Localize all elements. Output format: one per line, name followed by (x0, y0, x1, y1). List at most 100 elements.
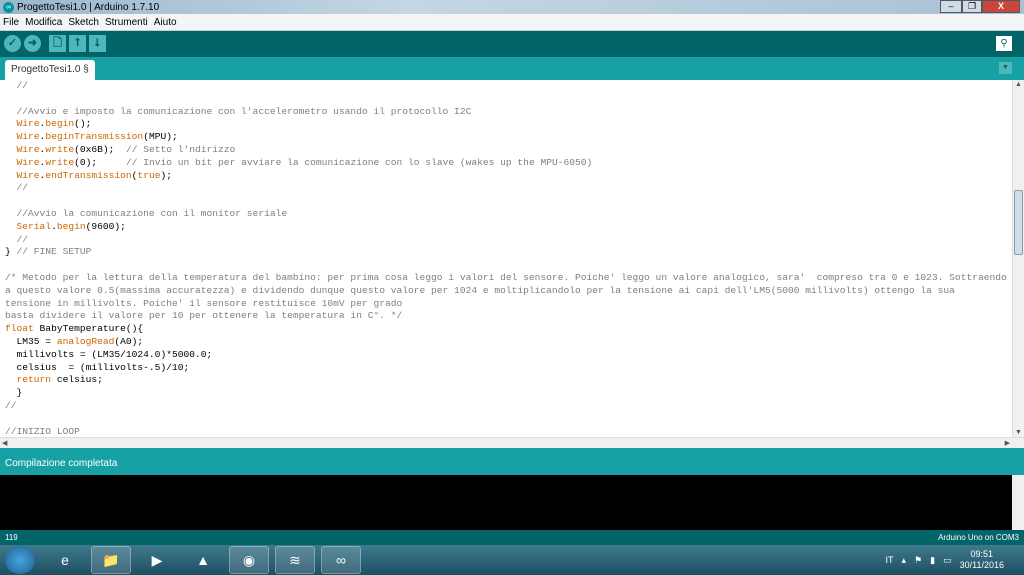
code-line: Wire.beginTransmission(MPU); (5, 131, 1012, 144)
code-line: //INIZIO LOOP (5, 426, 1012, 437)
verify-button[interactable]: ✓ (4, 35, 21, 52)
code-token: Wire (16, 131, 40, 143)
console-output[interactable] (0, 475, 1024, 530)
language-indicator[interactable]: IT (886, 555, 894, 565)
clock-date: 30/11/2016 (959, 560, 1004, 570)
taskbar: e 📁 ▶ ▲ ◉ ≋ ∞ IT ▴ ⚑ ▮ ▭ 09:51 30/11/201… (0, 545, 1024, 575)
spotify-icon[interactable]: ≋ (275, 546, 315, 574)
code-token: Wire (16, 156, 40, 168)
code-token: LM35 = (5, 335, 57, 347)
code-token: //INIZIO LOOP (5, 425, 80, 437)
code-token: millivolts = (LM35/1024.0)*5000.0; (5, 348, 213, 360)
code-line: LM35 = analogRead(A0); (5, 336, 1012, 349)
window-title: ProgettoTesi1.0 | Arduino 1.7.10 (17, 1, 160, 13)
scroll-thumb[interactable] (1014, 190, 1023, 255)
code-line: // (5, 80, 1012, 93)
code-line: //Avvio e imposto la comunicazione con l… (5, 106, 1012, 119)
code-token: // (5, 233, 29, 245)
code-token: // Invio un bit per avviare la comunicaz… (125, 156, 593, 168)
horizontal-scrollbar[interactable]: ◀ ▶ (0, 437, 1024, 448)
code-token: Serial (16, 220, 52, 232)
code-token: // (5, 182, 29, 194)
code-token: celsius; (51, 374, 103, 386)
tab-menu-chevron-down-icon[interactable]: ▼ (999, 62, 1012, 74)
code-token: basta dividere il valore per 10 per otte… (5, 310, 403, 322)
menu-aiuto[interactable]: Aiuto (151, 17, 180, 28)
code-token: return (16, 374, 52, 386)
code-token: celsius = (millivolts-.5)/10; (5, 361, 190, 373)
title-bar: ∞ ProgettoTesi1.0 | Arduino 1.7.10 – ❐ X (0, 0, 1024, 14)
bottom-status-bar: 119 Arduino Uno on COM3 (0, 530, 1024, 545)
tab-progettotesi[interactable]: ProgettoTesi1.0 § (5, 60, 95, 80)
save-button[interactable]: ⭣ (89, 35, 106, 52)
code-token: } (5, 387, 23, 399)
network-icon[interactable]: ▭ (943, 555, 952, 566)
code-editor[interactable]: // //Avvio e imposto la comunicazione co… (0, 80, 1012, 437)
code-line: // (5, 234, 1012, 247)
media-player-icon[interactable]: ▶ (137, 546, 177, 574)
upload-button[interactable]: ➜ (24, 35, 41, 52)
code-token: // (5, 399, 17, 411)
menu-sketch[interactable]: Sketch (65, 17, 102, 28)
code-token: write (45, 143, 75, 155)
code-line: } (5, 387, 1012, 400)
restore-button[interactable]: ❐ (962, 0, 982, 13)
code-token: } (5, 246, 17, 258)
file-explorer-icon[interactable]: 📁 (91, 546, 131, 574)
new-button[interactable]: 🗋 (49, 35, 66, 52)
arduino-logo-icon: ∞ (3, 1, 14, 13)
code-token: (); (74, 118, 92, 130)
code-line: basta dividere il valore per 10 per otte… (5, 310, 1012, 323)
menu-bar: File Modifica Sketch Strumenti Aiuto (0, 14, 1024, 31)
show-hidden-icons-icon[interactable]: ▴ (902, 555, 907, 566)
line-number: 119 (5, 533, 18, 542)
code-line: // (5, 182, 1012, 195)
code-token: (9600); (85, 220, 126, 232)
arduino-icon[interactable]: ∞ (321, 546, 361, 574)
menu-strumenti[interactable]: Strumenti (102, 17, 151, 28)
code-token: begin (56, 220, 86, 232)
console-scrollbar[interactable] (1012, 475, 1024, 530)
start-button-windows-icon[interactable] (5, 546, 35, 574)
action-center-flag-icon[interactable]: ⚑ (914, 555, 922, 566)
scroll-right-icon[interactable]: ▶ (1005, 439, 1010, 447)
clock-time: 09:51 (970, 549, 994, 559)
code-token: // (5, 80, 29, 91)
status-bar: Compilazione completata (0, 448, 1024, 475)
clock[interactable]: 09:51 30/11/2016 (960, 549, 1004, 571)
code-line: Serial.begin(9600); (5, 221, 1012, 234)
serial-monitor-button[interactable]: ⚲ (996, 36, 1012, 51)
code-token: analogRead (56, 335, 115, 347)
menu-file[interactable]: File (0, 17, 22, 28)
code-token: Wire (16, 143, 40, 155)
code-token: begin (45, 118, 75, 130)
power-icon[interactable]: ▮ (930, 555, 935, 566)
code-line: float BabyTemperature(){ (5, 323, 1012, 336)
vertical-scrollbar[interactable]: ▲ ▼ (1012, 80, 1024, 437)
matlab-icon[interactable]: ▲ (183, 546, 223, 574)
internet-explorer-icon[interactable]: e (45, 546, 85, 574)
code-token: (0x6B); (74, 143, 126, 155)
menu-modifica[interactable]: Modifica (22, 17, 65, 28)
code-token: //Avvio la comunicazione con il monitor … (5, 207, 288, 219)
board-port: Arduino Uno on COM3 (938, 533, 1019, 542)
code-token: a questo valore 0.5(massima accuratezza)… (5, 284, 955, 296)
tab-bar: ProgettoTesi1.0 § ▼ (0, 57, 1024, 80)
open-button[interactable]: ⭡ (69, 35, 86, 52)
code-line: celsius = (millivolts-.5)/10; (5, 362, 1012, 375)
code-line: } // FINE SETUP (5, 246, 1012, 259)
close-button[interactable]: X (982, 0, 1020, 13)
chrome-icon[interactable]: ◉ (229, 546, 269, 574)
code-token: /* Metodo per la lettura della temperatu… (5, 271, 1007, 283)
scroll-up-icon[interactable]: ▲ (1015, 81, 1022, 88)
scroll-left-icon[interactable]: ◀ (2, 439, 7, 447)
code-line: millivolts = (LM35/1024.0)*5000.0; (5, 349, 1012, 362)
scroll-down-icon[interactable]: ▼ (1015, 429, 1022, 436)
minimize-button[interactable]: – (940, 0, 962, 13)
